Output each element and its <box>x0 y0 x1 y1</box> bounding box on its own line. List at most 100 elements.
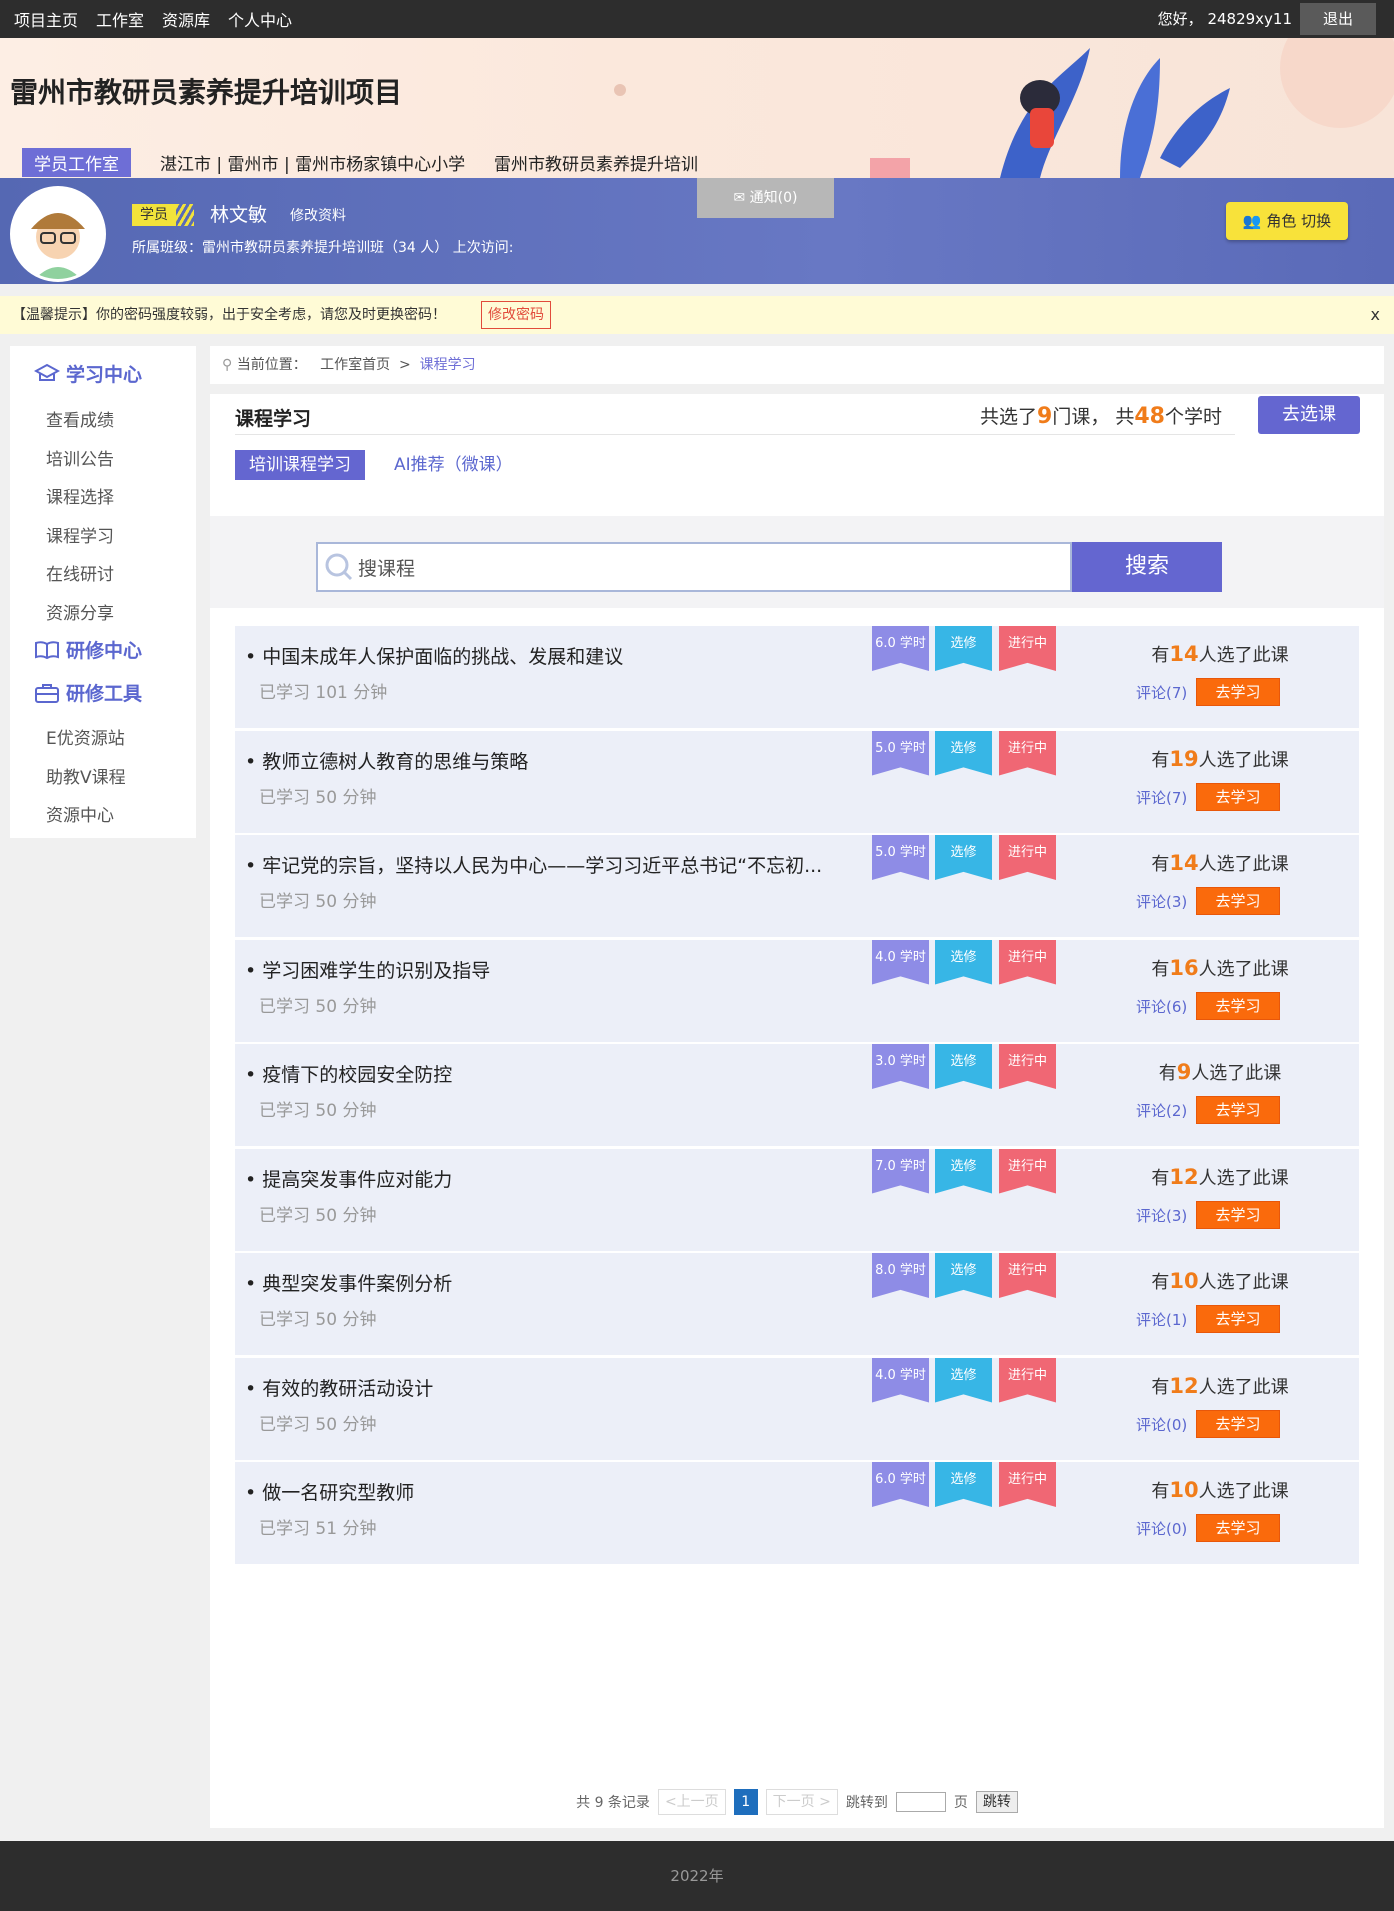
comments-link[interactable]: 评论(7) <box>1136 682 1187 703</box>
sidebar-item-course-study[interactable]: 课程学习 <box>46 522 114 547</box>
selected-count-number: 19 <box>1169 746 1199 771</box>
status-ribbon: 进行中 <box>999 939 1056 985</box>
sidebar-item-ta-course[interactable]: 助教V课程 <box>46 763 126 788</box>
prev-page-button[interactable]: <上一页 <box>657 1789 726 1815</box>
selected-count-pre: 有 <box>1151 1376 1170 1398</box>
comments-link[interactable]: 评论(0) <box>1136 1414 1187 1435</box>
comments-link[interactable]: 评论(3) <box>1136 891 1187 912</box>
selected-count-post: 人选了此课 <box>1198 958 1289 980</box>
course-card: • 提高突发事件应对能力 已学习 50 分钟 7.0 学时 选修 进行中 有12人选了此课… <box>235 1148 1359 1251</box>
comments-link[interactable]: 评论(7) <box>1136 787 1187 808</box>
nav-resource-library[interactable]: 资源库 <box>162 7 210 31</box>
users-icon: 👥 <box>1242 212 1262 230</box>
selected-count-number: 9 <box>1176 1060 1192 1084</box>
studio-tag: 学员工作室 <box>22 148 131 177</box>
course-title[interactable]: • 牢记党的宗旨，坚持以人民为中心——学习习近平总书记“不忘初... <box>245 851 822 878</box>
tab-ai-recommend[interactable]: AI推荐（微课） <box>394 450 513 480</box>
sidebar-item-announcements[interactable]: 培训公告 <box>46 445 114 470</box>
course-progress: 已学习 50 分钟 <box>259 1414 377 1435</box>
go-study-button[interactable]: 去学习 <box>1196 1200 1280 1229</box>
change-password-button[interactable]: 修改密码 <box>481 301 551 329</box>
elective-ribbon: 选修 <box>935 1462 992 1507</box>
sidebar-head-research[interactable]: 研修中心 <box>34 636 142 663</box>
nav-project-home[interactable]: 项目主页 <box>14 7 78 31</box>
nav-personal-center[interactable]: 个人中心 <box>228 7 292 31</box>
go-study-button[interactable]: 去学习 <box>1196 991 1280 1020</box>
course-title[interactable]: • 做一名研究型教师 <box>245 1478 414 1505</box>
sidebar-head-tools[interactable]: 研修工具 <box>34 679 142 706</box>
course-title[interactable]: • 疫情下的校园安全防控 <box>245 1060 452 1087</box>
go-study-button[interactable]: 去学习 <box>1196 782 1280 811</box>
search-input[interactable]: 搜课程 <box>316 542 1072 592</box>
course-title[interactable]: • 中国未成年人保护面临的挑战、发展和建议 <box>245 642 623 669</box>
selected-count: 有10人选了此课 <box>1085 1477 1355 1503</box>
go-study-button[interactable]: 去学习 <box>1196 1409 1280 1438</box>
hours-ribbon: 4.0 学时 <box>872 1357 929 1403</box>
sidebar-item-resource-sharing[interactable]: 资源分享 <box>46 599 114 624</box>
choose-course-button[interactable]: 去选课 <box>1258 396 1360 434</box>
breadcrumb-home[interactable]: 工作室首页 <box>320 357 390 373</box>
go-study-button[interactable]: 去学习 <box>1196 678 1280 706</box>
avatar <box>10 186 106 282</box>
course-card: • 中国未成年人保护面临的挑战、发展和建议 已学习 101 分钟 6.0 学时 选修进… <box>235 626 1359 728</box>
course-progress: 已学习 50 分钟 <box>259 1310 377 1330</box>
selected-count-post: 人选了此课 <box>1191 1063 1282 1084</box>
password-alert: 【温馨提示】你的密码强度较弱，出于安全考虑，请您及时更换密码！ 修改密码 x <box>0 296 1394 334</box>
sidebar-head-learning-label: 学习中心 <box>66 364 143 386</box>
sidebar-item-course-selection[interactable]: 课程选择 <box>46 483 114 508</box>
summary-post: 个学时 <box>1165 406 1223 428</box>
pagination: 共 9 条记录 <上一页 1 下一页 > 跳转到 页 跳转 <box>210 1788 1384 1816</box>
course-title[interactable]: • 提高突发事件应对能力 <box>245 1165 452 1192</box>
hours-ribbon: 4.0 学时 <box>872 939 929 985</box>
course-title[interactable]: • 有效的教研活动设计 <box>245 1374 433 1401</box>
selected-count: 有12人选了此课 <box>1085 1164 1355 1190</box>
selected-count: 有12人选了此课 <box>1085 1373 1355 1399</box>
breadcrumb-inner: ⚲ 当前位置： 工作室首页 > 课程学习 <box>222 346 476 384</box>
sidebar-item-grades[interactable]: 查看成绩 <box>46 406 114 431</box>
sidebar-head-learning[interactable]: 学习中心 <box>34 360 142 387</box>
course-title[interactable]: • 学习困难学生的识别及指导 <box>245 956 490 983</box>
course-progress: 已学习 101 分钟 <box>259 683 388 703</box>
elective-ribbon: 选修 <box>935 1357 992 1403</box>
go-study-button[interactable]: 去学习 <box>1196 1514 1280 1542</box>
course-card: • 典型突发事件案例分析 已学习 50 分钟 8.0 学时 选修 进行中 有10人选了此课… <box>235 1253 1359 1355</box>
comments-link[interactable]: 评论(0) <box>1136 1518 1187 1539</box>
elective-ribbon: 选修 <box>935 626 992 671</box>
sidebar-item-e-resource[interactable]: E优资源站 <box>46 724 125 749</box>
page-number-current[interactable]: 1 <box>733 1789 758 1815</box>
status-ribbon: 进行中 <box>999 835 1056 880</box>
sidebar-item-online-discussion[interactable]: 在线研讨 <box>46 560 114 585</box>
next-page-button[interactable]: 下一页 > <box>765 1789 838 1815</box>
selected-count: 有10人选了此课 <box>1085 1268 1355 1294</box>
course-progress: 已学习 50 分钟 <box>259 996 377 1017</box>
comments-link[interactable]: 评论(1) <box>1136 1309 1187 1330</box>
page-jump-input[interactable] <box>895 1792 946 1812</box>
search-button[interactable]: 搜索 <box>1072 542 1222 592</box>
sidebar-item-resource-center[interactable]: 资源中心 <box>46 801 114 826</box>
class-info: 所属班级：雷州市教研员素养提升培训班（34 人） 上次访问: <box>132 240 514 256</box>
nav-studio[interactable]: 工作室 <box>96 7 144 31</box>
go-study-button[interactable]: 去学习 <box>1196 1305 1280 1333</box>
role-switch-button[interactable]: 👥 角色 切换 <box>1226 202 1348 240</box>
comments-link[interactable]: 评论(2) <box>1136 1100 1187 1121</box>
summary-hours: 48 <box>1134 404 1165 429</box>
comments-link[interactable]: 评论(6) <box>1136 996 1187 1017</box>
course-card: • 教师立德树人教育的思维与策略 已学习 50 分钟 5.0 学时 选修 进行中 有19人… <box>235 730 1359 833</box>
go-study-button[interactable]: 去学习 <box>1196 887 1280 915</box>
go-study-button[interactable]: 去学习 <box>1196 1096 1280 1124</box>
close-alert-icon[interactable]: x <box>1371 296 1380 334</box>
jump-button[interactable]: 跳转 <box>975 1791 1018 1813</box>
region-breadcrumb: 湛江市 | 雷州市 | 雷州市杨家镇中心小学 <box>160 155 466 175</box>
selected-count-post: 人选了此课 <box>1198 1272 1289 1293</box>
tab-training-courses[interactable]: 培训课程学习 <box>235 450 365 480</box>
edit-profile-link[interactable]: 修改资料 <box>290 205 346 225</box>
breadcrumb-current: 课程学习 <box>419 357 476 373</box>
logout-button[interactable]: 退出 <box>1300 3 1376 35</box>
selected-count-post: 人选了此课 <box>1198 1481 1289 1502</box>
course-title[interactable]: • 典型突发事件案例分析 <box>245 1269 452 1296</box>
comments-link[interactable]: 评论(3) <box>1136 1205 1187 1226</box>
course-title[interactable]: • 教师立德树人教育的思维与策略 <box>245 747 528 774</box>
project-name-link[interactable]: 雷州市教研员素养提升培训 <box>494 150 698 175</box>
notification-button[interactable]: ✉ 通知(0) <box>697 178 834 218</box>
course-card: • 牢记党的宗旨，坚持以人民为中心——学习习近平总书记“不忘初... 已学习 50… <box>235 835 1359 937</box>
